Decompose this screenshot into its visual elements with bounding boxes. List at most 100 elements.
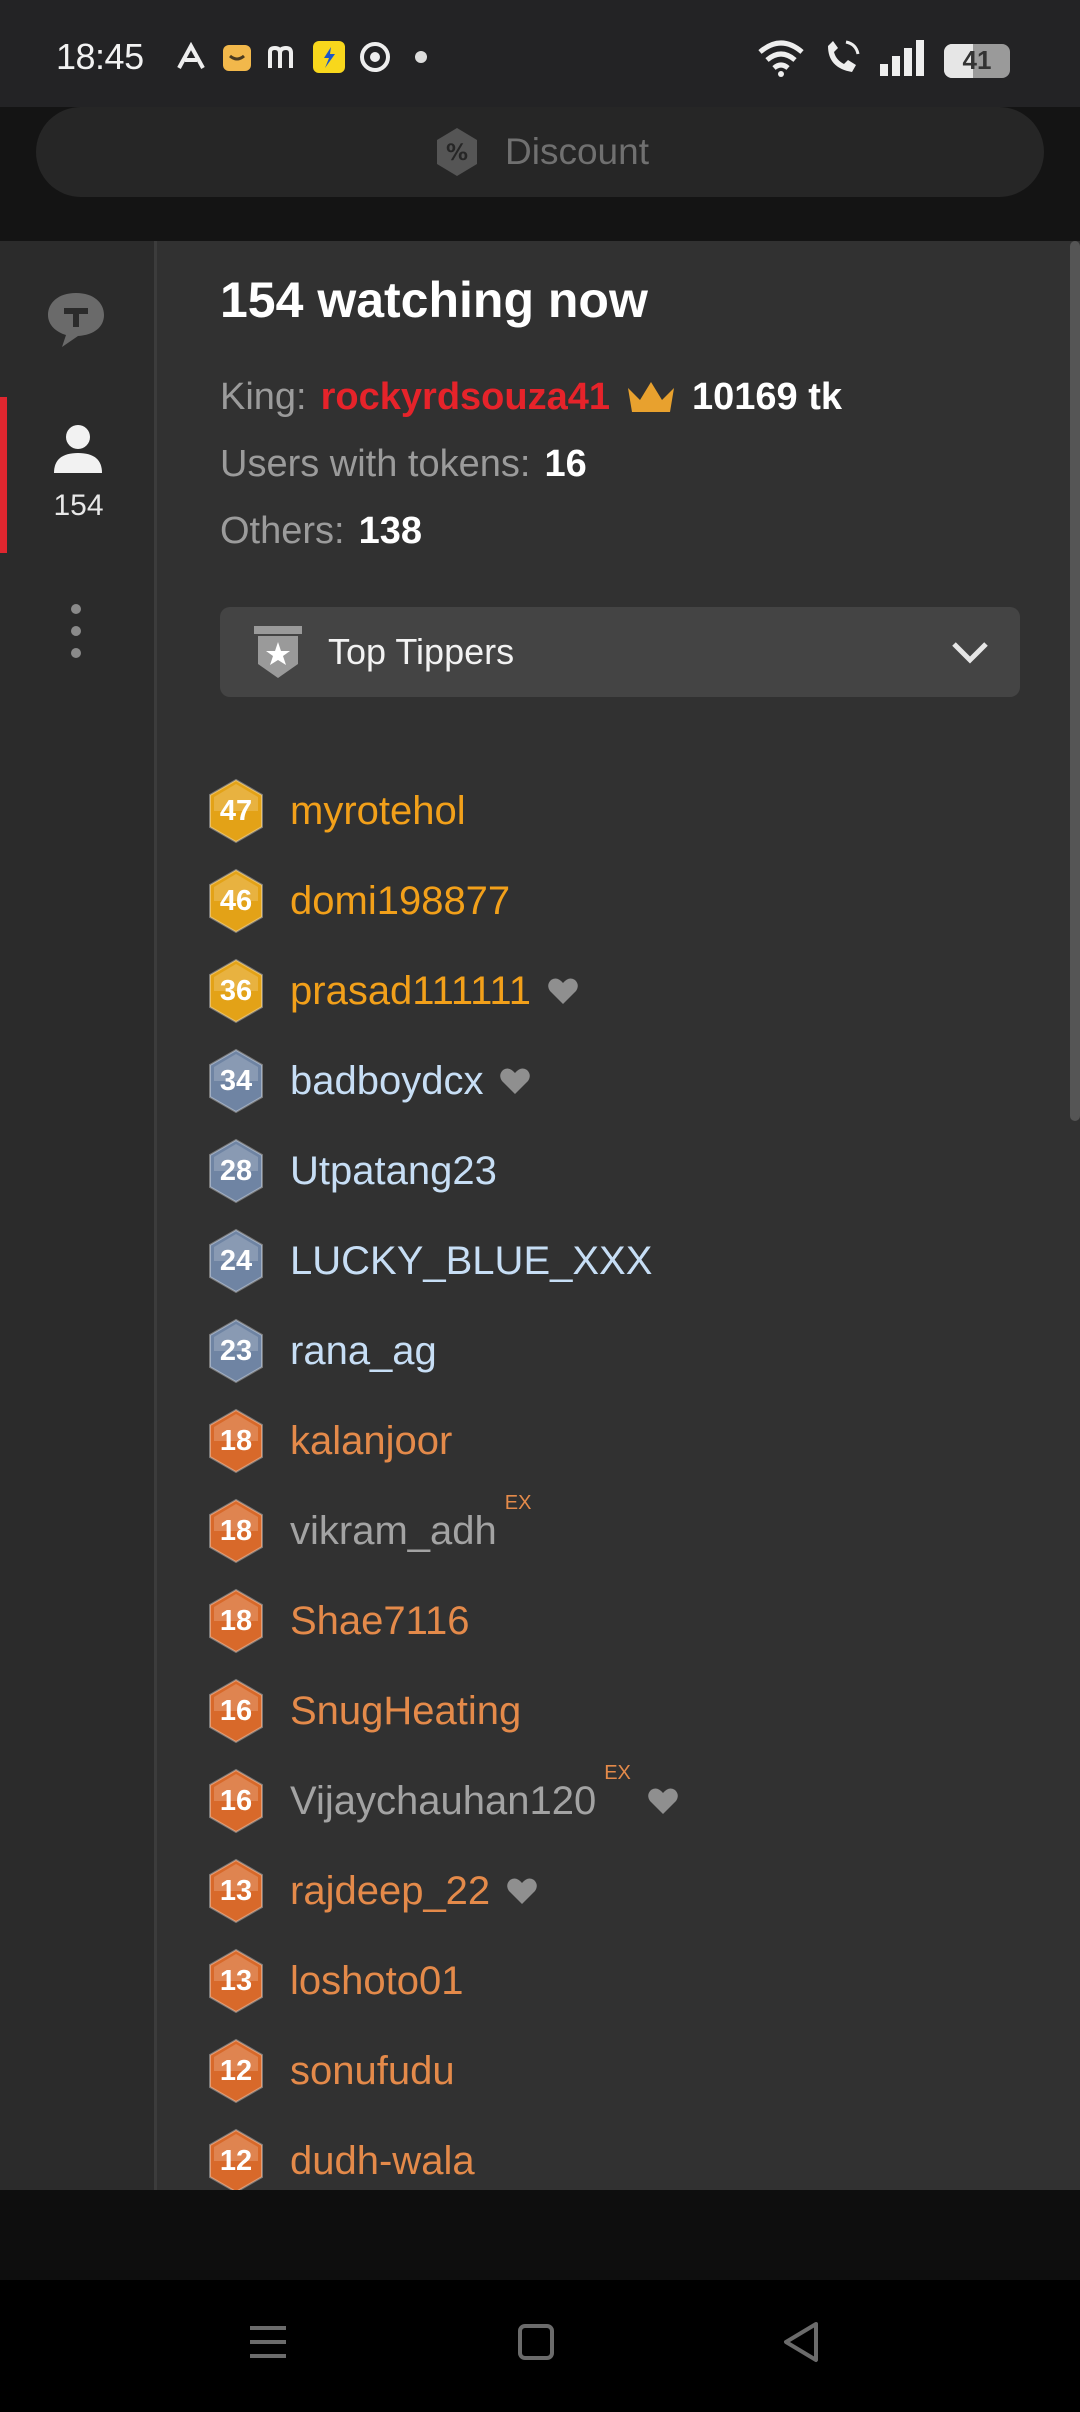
user-row[interactable]: 16 SnugHeating	[206, 1666, 521, 1756]
user-row[interactable]: 46 domi198877	[206, 856, 510, 946]
level-badge-icon: 46	[206, 868, 266, 934]
others-value: 138	[358, 510, 423, 552]
navigation-bar	[0, 2190, 1080, 2412]
heart-icon	[647, 1787, 679, 1815]
level-number: 16	[219, 1784, 253, 1817]
back-triangle-icon[interactable]	[772, 2312, 832, 2372]
others-row: Others: 138	[220, 510, 422, 553]
others-label: Others:	[220, 510, 345, 552]
user-row[interactable]: 13 rajdeep_22	[206, 1846, 538, 1936]
tokens-label: Users with tokens:	[220, 443, 531, 485]
user-row[interactable]: 12 sonufudu	[206, 2026, 455, 2116]
battery-icon: 41	[944, 43, 1010, 78]
username[interactable]: domi198877	[290, 879, 510, 924]
level-number: 12	[219, 2144, 253, 2177]
level-badge-icon: 13	[206, 1858, 266, 1924]
user-row[interactable]: 34 badboydcx	[206, 1036, 531, 1126]
level-number: 36	[219, 974, 253, 1007]
tokens-row: Users with tokens: 16	[220, 443, 587, 486]
king-tokens: 10169 tk	[692, 376, 843, 418]
level-badge-icon: 36	[206, 958, 266, 1024]
user-row[interactable]: 23 rana_ag	[206, 1306, 437, 1396]
username[interactable]: Vijaychauhan120	[290, 1779, 596, 1824]
level-badge-icon: 23	[206, 1318, 266, 1384]
level-badge-icon: 13	[206, 1948, 266, 2014]
users-count: 154	[53, 489, 104, 522]
level-number: 18	[219, 1604, 253, 1637]
a-icon	[174, 40, 208, 74]
home-square-icon[interactable]	[506, 2312, 566, 2372]
username[interactable]: LUCKY_BLUE_XXX	[290, 1239, 652, 1284]
username[interactable]: myrotehol	[290, 789, 466, 834]
notification-icons	[174, 40, 438, 74]
wifi-icon	[756, 38, 806, 83]
discount-button[interactable]: % Discount	[36, 107, 1044, 197]
heart-icon	[499, 1067, 531, 1095]
level-badge-icon: 28	[206, 1138, 266, 1204]
chat-bubble-icon[interactable]	[44, 287, 108, 351]
level-number: 12	[219, 2054, 253, 2087]
level-badge-icon: 18	[206, 1408, 266, 1474]
username[interactable]: Shae7116	[290, 1599, 469, 1644]
user-row[interactable]: 36 prasad111111	[206, 946, 579, 1036]
username[interactable]: prasad111111	[290, 969, 531, 1014]
level-number: 13	[219, 1874, 253, 1907]
sort-dropdown[interactable]: Top Tippers	[220, 607, 1020, 697]
scrollbar[interactable]	[1070, 241, 1080, 1121]
status-time: 18:45	[56, 36, 144, 77]
level-badge-icon: 47	[206, 778, 266, 844]
username[interactable]: loshoto01	[290, 1959, 463, 2004]
user-row[interactable]: 18 Shae7116	[206, 1576, 469, 1666]
level-badge-icon: 18	[206, 1498, 266, 1564]
more-vertical-icon[interactable]	[66, 603, 86, 659]
percent-icon: %	[431, 126, 483, 178]
level-number: 23	[219, 1334, 253, 1367]
users-tab[interactable]: 154	[0, 397, 157, 553]
user-row[interactable]: 28 Utpatang23	[206, 1126, 497, 1216]
level-number: 18	[219, 1514, 253, 1547]
ex-tag: EX	[504, 1492, 532, 1514]
crown-icon	[626, 380, 676, 416]
username[interactable]: vikram_adh	[290, 1509, 497, 1554]
signal-icon	[878, 38, 928, 83]
battery-level: 41	[962, 45, 992, 75]
user-icon	[52, 423, 104, 475]
king-username[interactable]: rockyrdsouza41	[321, 376, 610, 419]
watching-count: 154 watching now	[220, 272, 648, 328]
flipkart-icon	[312, 40, 346, 74]
username[interactable]: rajdeep_22	[290, 1869, 490, 1914]
username[interactable]: Utpatang23	[290, 1149, 497, 1194]
menu-icon[interactable]	[238, 2312, 298, 2372]
discount-label: Discount	[505, 131, 649, 172]
level-badge-icon: 12	[206, 2038, 266, 2104]
heart-icon	[506, 1877, 538, 1905]
level-badge-icon: 18	[206, 1588, 266, 1654]
level-number: 46	[219, 884, 253, 917]
svg-text:%: %	[446, 141, 468, 166]
username[interactable]: dudh-wala	[290, 2139, 475, 2184]
username[interactable]: badboydcx	[290, 1059, 483, 1104]
user-row[interactable]: 24 LUCKY_BLUE_XXX	[206, 1216, 652, 1306]
username[interactable]: SnugHeating	[290, 1689, 521, 1734]
user-row[interactable]: 13 loshoto01	[206, 1936, 463, 2026]
level-badge-icon: 24	[206, 1228, 266, 1294]
level-badge-icon: 12	[206, 2128, 266, 2194]
sort-dropdown-label: Top Tippers	[328, 631, 515, 672]
m-icon	[266, 40, 300, 74]
chevron-down-icon	[950, 635, 990, 669]
username[interactable]: sonufudu	[290, 2049, 455, 2094]
tokens-value: 16	[544, 443, 587, 485]
level-number: 13	[219, 1964, 253, 1997]
username[interactable]: rana_ag	[290, 1329, 437, 1374]
ex-tag: EX	[604, 1762, 631, 1784]
user-row[interactable]: 18 vikram_adh EX	[206, 1486, 531, 1576]
user-row[interactable]: 47 myrotehol	[206, 766, 466, 856]
level-badge-icon: 16	[206, 1768, 266, 1834]
user-row[interactable]: 18 kalanjoor	[206, 1396, 452, 1486]
heart-icon	[547, 977, 579, 1005]
user-row[interactable]: 16 Vijaychauhan120 EX	[206, 1756, 679, 1846]
dot-icon	[404, 40, 438, 74]
username[interactable]: kalanjoor	[290, 1419, 452, 1464]
system-icons: 41	[756, 38, 1010, 83]
king-row: King: rockyrdsouza41 10169 tk	[220, 376, 842, 419]
